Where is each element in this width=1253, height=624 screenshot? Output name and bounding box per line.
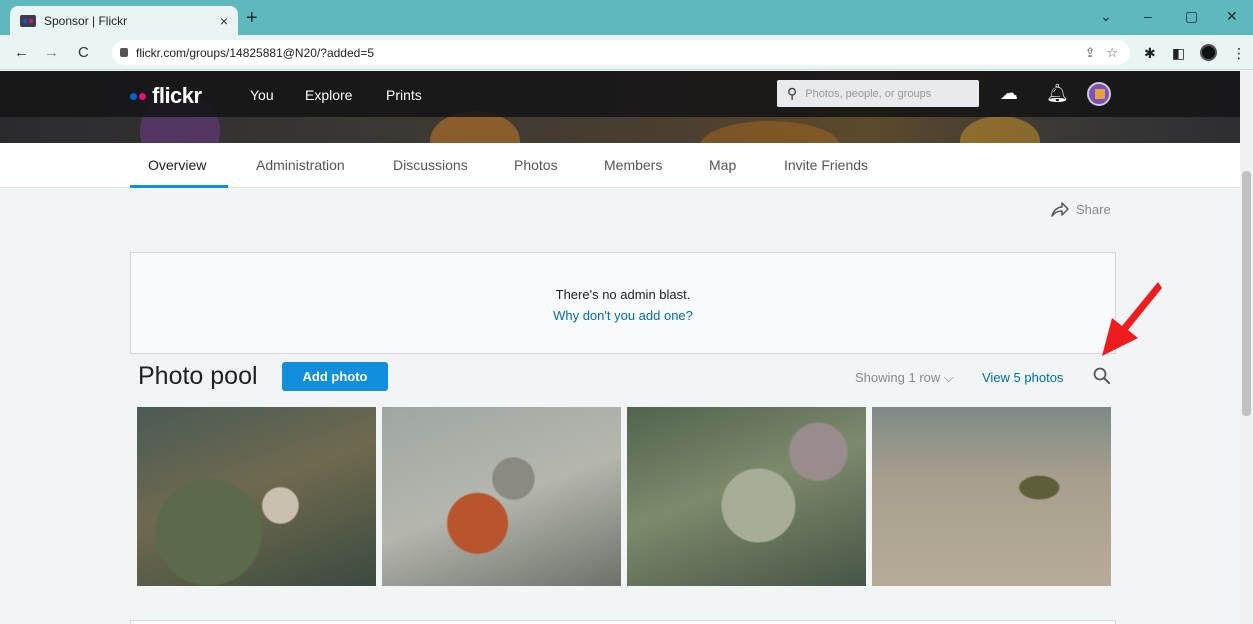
back-icon[interactable]: ← [14,44,29,61]
address-bar-row: ← → C flickr.com/groups/14825881@N20/?ad… [0,35,1253,70]
add-photo-button[interactable]: Add photo [282,362,388,391]
close-window-button[interactable]: ✕ [1226,8,1238,25]
user-avatar[interactable] [1087,82,1111,106]
browser-menu-icon[interactable]: ⋮ [1232,45,1246,62]
nav-you[interactable]: You [250,87,274,103]
tab-map[interactable]: Map [709,157,736,173]
pool-search-icon[interactable] [1092,366,1112,386]
url-text: flickr.com/groups/14825881@N20/?added=5 [136,45,375,60]
tab-search-icon[interactable]: ⌄ [1100,8,1112,25]
share-button[interactable]: Share [1050,200,1111,218]
forward-icon[interactable]: → [44,44,59,61]
view-all-photos-link[interactable]: View 5 photos [982,370,1063,385]
search-placeholder: Photos, people, or groups [805,87,932,100]
share-label: Share [1076,201,1111,217]
new-tab-button[interactable]: + [246,8,258,28]
upload-icon[interactable]: ☁ [1000,83,1018,104]
browser-profile-avatar[interactable] [1200,44,1217,61]
flickr-favicon-icon [20,14,36,27]
lock-icon [120,48,128,57]
share-arrow-icon [1051,202,1069,217]
photo-pool-grid [137,407,1111,586]
flickr-navbar: flickr You Explore Prints ⚲ Photos, peop… [0,71,1240,117]
admin-blast-message: There's no admin blast. [555,287,691,302]
rows-dropdown-label: Showing 1 row [855,370,941,385]
flickr-logo[interactable]: flickr [130,83,202,109]
nav-prints[interactable]: Prints [386,87,422,103]
pool-photo[interactable] [872,407,1111,586]
group-subnav: Overview Administration Discussions Phot… [0,143,1240,188]
minimize-button[interactable]: – [1144,8,1152,24]
url-field[interactable]: flickr.com/groups/14825881@N20/?added=5 … [112,40,1130,65]
tab-photos[interactable]: Photos [514,157,558,173]
browser-tab[interactable]: Sponsor | Flickr × [10,6,238,35]
active-tab-indicator [130,185,228,188]
tab-members[interactable]: Members [604,157,662,173]
scrollbar-thumb[interactable] [1242,171,1251,416]
photo-pool-title: Photo pool [138,362,258,390]
nav-explore[interactable]: Explore [305,87,352,103]
tab-overview[interactable]: Overview [148,157,206,173]
restore-button[interactable]: ▢ [1185,8,1198,25]
pool-photo[interactable] [137,407,376,586]
tab-title: Sponsor | Flickr [44,13,128,28]
tab-close-icon[interactable]: × [220,13,228,29]
browser-tab-bar: Sponsor | Flickr × + ⌄ – ▢ ✕ [0,0,1253,35]
chevron-down-icon: ⌵ [943,370,954,385]
pool-photo[interactable] [627,407,866,586]
notifications-bell-icon[interactable]: 🔔︎ [1046,83,1069,104]
page-scrollbar[interactable] [1240,71,1253,624]
search-icon: ⚲ [787,85,798,101]
rows-dropdown[interactable]: Showing 1 row ⌵ [855,370,954,386]
extensions-icon[interactable]: ✱ [1144,45,1156,62]
annotation-arrow-icon [1102,282,1162,356]
tab-discussions[interactable]: Discussions [393,157,468,173]
admin-blast-box: There's no admin blast. Why don't you ad… [130,252,1116,354]
search-input[interactable]: ⚲ Photos, people, or groups [777,80,979,107]
next-section-box [130,620,1116,624]
sidepanel-icon[interactable]: ◧ [1172,45,1185,62]
tab-invite-friends[interactable]: Invite Friends [784,157,868,173]
share-and-bookmark-icons[interactable]: ⇪ ☆ [1085,45,1118,61]
pool-photo[interactable] [382,407,621,586]
add-admin-blast-link[interactable]: Why don't you add one? [131,308,1115,323]
group-cover-header: flickr You Explore Prints ⚲ Photos, peop… [0,71,1240,143]
tab-administration[interactable]: Administration [256,157,345,173]
reload-icon[interactable]: C [78,44,89,61]
